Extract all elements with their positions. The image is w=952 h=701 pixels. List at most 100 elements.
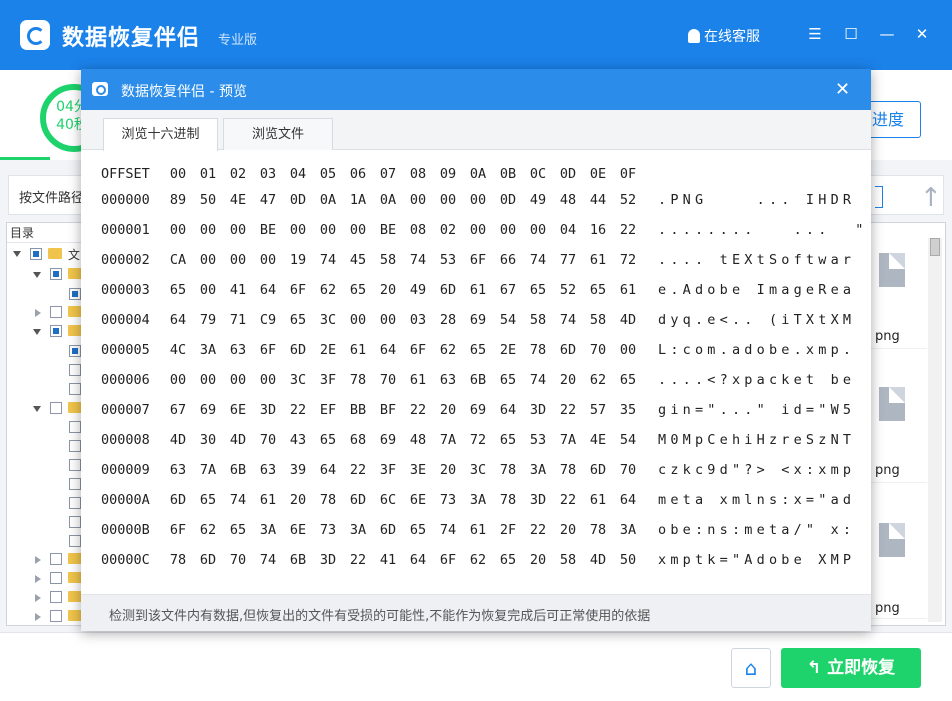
- tab-file-view[interactable]: 浏览文件: [223, 118, 333, 150]
- hex-column-header: 02: [229, 166, 247, 182]
- hex-byte: 54: [499, 312, 517, 328]
- expand-icon[interactable]: [35, 575, 41, 583]
- hex-byte: 50: [619, 552, 637, 568]
- collapse-icon[interactable]: [33, 406, 41, 412]
- collapse-icon[interactable]: [13, 251, 21, 257]
- hex-ascii: M0MpCehiHzreSzNT: [658, 432, 856, 448]
- tree-checkbox[interactable]: [50, 306, 62, 318]
- hex-byte: 78: [529, 342, 547, 358]
- hex-byte: 20: [559, 522, 577, 538]
- collapse-icon[interactable]: [33, 272, 41, 278]
- hex-byte: 3D: [259, 402, 277, 418]
- tree-checkbox[interactable]: [69, 516, 81, 528]
- recover-now-button[interactable]: ↰ 立即恢复: [781, 648, 921, 688]
- tree-root-label[interactable]: 文: [68, 246, 80, 263]
- hex-byte: 67: [499, 282, 517, 298]
- file-tile[interactable]: png: [871, 493, 927, 619]
- hex-byte: 89: [169, 192, 187, 208]
- hex-byte: 22: [409, 402, 427, 418]
- tree-checkbox[interactable]: [69, 383, 81, 395]
- expand-icon[interactable]: [35, 594, 41, 602]
- hex-byte: 74: [439, 522, 457, 538]
- hex-byte: 64: [499, 402, 517, 418]
- hex-byte: 65: [319, 432, 337, 448]
- hex-byte: 69: [199, 402, 217, 418]
- tree-checkbox[interactable]: [69, 440, 81, 452]
- tree-checkbox[interactable]: [69, 459, 81, 471]
- app-logo-icon: [92, 82, 108, 96]
- hex-offset: 000007: [101, 402, 150, 418]
- hex-byte: 28: [439, 312, 457, 328]
- hex-offset: 000006: [101, 372, 150, 388]
- hex-byte: 6F: [409, 342, 427, 358]
- hex-byte: 73: [319, 522, 337, 538]
- hex-byte: 22: [349, 552, 367, 568]
- hex-byte: 00: [169, 222, 187, 238]
- hex-byte: 22: [559, 492, 577, 508]
- menu-icon[interactable]: ☰: [805, 24, 825, 44]
- file-tile[interactable]: png: [871, 357, 927, 483]
- hex-column-header: 0C: [529, 166, 547, 182]
- expand-icon[interactable]: [35, 309, 41, 317]
- tree-checkbox[interactable]: [50, 591, 62, 603]
- tree-checkbox[interactable]: [69, 497, 81, 509]
- tree-checkbox[interactable]: [69, 288, 81, 300]
- dialog-close-icon[interactable]: ✕: [835, 79, 850, 100]
- tree-checkbox[interactable]: [69, 364, 81, 376]
- hex-offset: 00000B: [101, 522, 150, 538]
- collapse-icon[interactable]: [33, 329, 41, 335]
- hex-ascii: meta xmlns:x="ad: [658, 492, 856, 508]
- expand-icon[interactable]: [35, 556, 41, 564]
- hex-column-header: 08: [409, 166, 427, 182]
- hex-byte: 30: [199, 432, 217, 448]
- hex-byte: 3A: [349, 522, 367, 538]
- hex-byte: 3A: [529, 462, 547, 478]
- file-tile[interactable]: png: [871, 223, 927, 349]
- hex-column-header: 0A: [469, 166, 487, 182]
- hex-byte: 48: [559, 192, 577, 208]
- hex-byte: 03: [409, 312, 427, 328]
- home-button[interactable]: ⌂: [731, 648, 771, 688]
- hex-ascii: gin="..." id="W5: [658, 402, 856, 418]
- tree-checkbox[interactable]: [69, 478, 81, 490]
- tree-checkbox[interactable]: [50, 325, 62, 337]
- hex-byte: 00: [529, 222, 547, 238]
- dialog-footer: 检测到该文件内有数据,但恢复出的文件有受损的可能性,不能作为恢复完成后可正常使用…: [81, 594, 871, 631]
- hex-byte: 65: [499, 372, 517, 388]
- hex-byte: 3D: [529, 492, 547, 508]
- hex-byte: 00: [289, 222, 307, 238]
- online-support-button[interactable]: 在线客服: [688, 26, 760, 46]
- tree-checkbox[interactable]: [50, 268, 62, 280]
- hex-byte: 6D: [349, 492, 367, 508]
- tab-hex-view[interactable]: 浏览十六进制: [103, 118, 218, 151]
- hex-byte: 00: [349, 222, 367, 238]
- expand-icon[interactable]: [35, 613, 41, 621]
- tree-checkbox[interactable]: [69, 345, 81, 357]
- hex-byte: 77: [559, 252, 577, 268]
- maximize-icon[interactable]: ☐: [841, 24, 861, 44]
- hex-byte: 66: [499, 252, 517, 268]
- tree-checkbox[interactable]: [69, 535, 81, 547]
- folder-icon: [68, 591, 82, 602]
- hex-ascii: ....<?xpacket be: [658, 372, 856, 388]
- arrow-up-icon[interactable]: ↑: [920, 183, 942, 213]
- tree-checkbox[interactable]: [50, 610, 62, 622]
- tree-checkbox[interactable]: [30, 248, 42, 260]
- filter-dropdown-edge[interactable]: [875, 186, 883, 208]
- app-logo-icon: [20, 20, 50, 50]
- hex-byte: 64: [169, 312, 187, 328]
- filter-by-path-label[interactable]: 按文件路径: [19, 187, 84, 206]
- tree-checkbox[interactable]: [50, 402, 62, 414]
- hex-byte: 6B: [289, 552, 307, 568]
- minimize-icon[interactable]: —: [877, 24, 897, 44]
- hex-byte: 70: [619, 462, 637, 478]
- hex-byte: 22: [289, 402, 307, 418]
- tree-checkbox[interactable]: [50, 553, 62, 565]
- hex-byte: 67: [169, 402, 187, 418]
- file-grid-scrollbar[interactable]: [928, 238, 942, 622]
- tree-checkbox[interactable]: [69, 421, 81, 433]
- tree-checkbox[interactable]: [50, 572, 62, 584]
- scrollbar-thumb[interactable]: [930, 238, 940, 256]
- close-icon[interactable]: ✕: [912, 24, 932, 44]
- app-name: 数据恢复伴侣: [62, 26, 201, 51]
